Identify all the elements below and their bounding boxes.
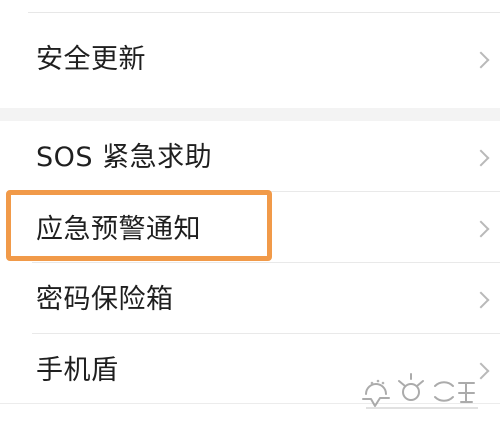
- settings-item-sos-emergency[interactable]: SOS 紧急求助: [0, 121, 500, 192]
- chevron-right-icon: [472, 291, 490, 309]
- chevron-right-icon: [472, 220, 490, 238]
- section-gap: [0, 108, 500, 121]
- baidu-jingyan-watermark-icon: [356, 371, 488, 413]
- settings-item-label: SOS 紧急求助: [36, 142, 213, 173]
- settings-item-label: 安全更新: [36, 44, 146, 75]
- settings-item-emergency-alerts[interactable]: 应急预警通知: [0, 192, 500, 263]
- settings-item-password-vault[interactable]: 密码保险箱: [0, 263, 500, 334]
- settings-item-label: 密码保险箱: [36, 284, 174, 315]
- chevron-right-icon: [472, 149, 490, 167]
- settings-screen: 安全更新 SOS 紧急求助 应急预警通知 密码保险箱 手机盾: [0, 0, 500, 423]
- settings-item-label: 应急预警通知: [36, 214, 201, 245]
- settings-item-label: 手机盾: [36, 355, 119, 386]
- chevron-right-icon: [472, 51, 490, 69]
- settings-item-security-update[interactable]: 安全更新: [0, 12, 500, 108]
